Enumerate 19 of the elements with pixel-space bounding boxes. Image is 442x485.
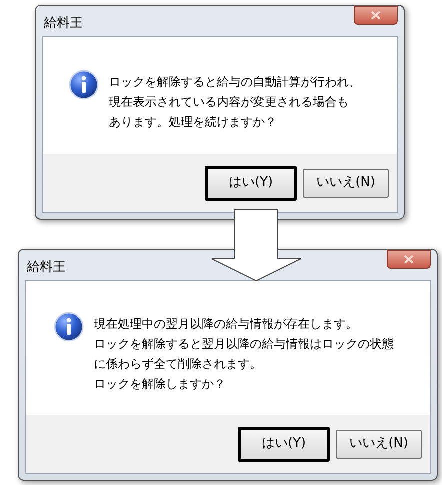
message-line: あります。処理を続けますか？: [109, 114, 278, 131]
message-line: 現在表示されている内容が変更される場合も: [109, 94, 350, 111]
close-icon: [404, 255, 414, 264]
message-line: ロックを解除すると翌月以降の給与情報はロックの状態: [94, 336, 394, 353]
info-icon: [54, 312, 84, 342]
dialog-button[interactable]: いいえ(N): [303, 168, 389, 198]
dialog-button[interactable]: はい(Y): [205, 166, 297, 200]
window-title: 給料王: [26, 259, 66, 277]
dialog-button[interactable]: いいえ(N): [336, 430, 422, 458]
close-icon: [371, 11, 381, 20]
close-button[interactable]: [387, 250, 431, 269]
info-icon: [69, 70, 99, 100]
message-line: ロックを解除しますか？: [94, 376, 227, 393]
message-line: に係わらず全て削除されます。: [94, 356, 263, 373]
close-button[interactable]: [354, 6, 398, 25]
message-line: 現在処理中の翌月以降の給与情報が存在します。: [94, 316, 359, 333]
dialog-button[interactable]: はい(Y): [238, 426, 330, 462]
message-line: ロックを解除すると給与の自動計算が行われ、: [109, 74, 361, 91]
window-title: 給料王: [43, 15, 83, 33]
